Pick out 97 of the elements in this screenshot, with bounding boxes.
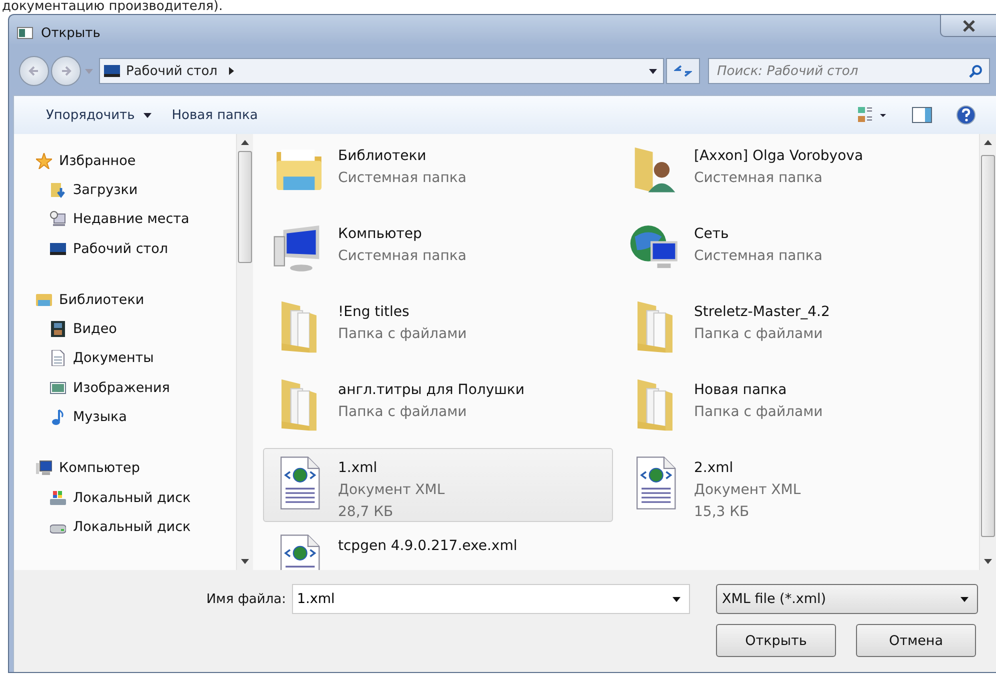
file-item[interactable]: Библиотеки Системная папка bbox=[263, 136, 613, 210]
file-name: !Eng titles bbox=[338, 303, 410, 322]
file-name: [Axxon] Olga Vorobyova bbox=[694, 147, 864, 166]
clock-monitor-icon bbox=[50, 211, 66, 228]
sidebar-item[interactable]: Загрузки bbox=[36, 175, 236, 205]
sidebar-item[interactable]: Компьютер bbox=[36, 454, 236, 483]
folder-arrow-icon bbox=[50, 182, 66, 198]
file-size: 28,7 КБ bbox=[338, 503, 394, 522]
sidebar-item[interactable]: Избранное bbox=[36, 146, 236, 176]
preview-pane-icon bbox=[912, 107, 932, 123]
file-type: Системная папка bbox=[338, 169, 466, 188]
close-button[interactable] bbox=[940, 15, 996, 37]
file-type: Системная папка bbox=[338, 247, 466, 266]
folder-icon bbox=[635, 299, 675, 355]
help-icon bbox=[956, 105, 976, 125]
file-type: Документ XML bbox=[694, 481, 801, 500]
background-text: документацию производителя). bbox=[1, 0, 224, 14]
file-item[interactable]: 1.xml Документ XML 28,7 КБ bbox=[263, 448, 613, 522]
file-name: tcpgen 4.9.0.217.exe.xml bbox=[338, 537, 518, 556]
file-item[interactable]: Сеть Системная папка bbox=[619, 214, 969, 288]
new-folder-button[interactable]: Новая папка bbox=[164, 101, 266, 129]
file-type: Папка с файлами bbox=[338, 325, 467, 344]
scrollbar[interactable] bbox=[979, 134, 996, 570]
file-size: 15,3 КБ bbox=[694, 503, 750, 522]
library-folder-icon bbox=[36, 292, 52, 308]
file-type-dropdown[interactable]: XML file (*.xml) bbox=[716, 584, 978, 614]
address-bar[interactable]: Рабочий стол bbox=[99, 58, 664, 84]
computer-icon bbox=[36, 460, 52, 476]
sidebar-item[interactable]: Видео bbox=[36, 314, 236, 344]
file-type: Папка с файлами bbox=[694, 403, 823, 422]
file-type: Папка с файлами bbox=[694, 325, 824, 344]
file-type: Документ XML bbox=[338, 481, 445, 500]
film-icon bbox=[50, 321, 66, 338]
sidebar-item[interactable]: Локальный диск bbox=[36, 482, 236, 512]
scroll-down-icon bbox=[984, 559, 992, 564]
star-icon bbox=[36, 152, 52, 169]
desktop-icon bbox=[50, 240, 66, 257]
forward-button[interactable] bbox=[51, 56, 81, 86]
folder-icon bbox=[279, 377, 319, 433]
file-type: Папка с файлами bbox=[338, 403, 468, 422]
filename-label: Имя файла: bbox=[206, 592, 286, 606]
file-item[interactable]: Streletz-Master_4.2 Папка с файлами bbox=[619, 292, 969, 366]
file-item[interactable]: англ.титры для Полушки Папка с файлами bbox=[263, 370, 613, 444]
sidebar-item[interactable]: Документы bbox=[36, 344, 236, 374]
organize-menu-button[interactable]: Упорядочить bbox=[38, 101, 160, 129]
scroll-up-icon bbox=[241, 140, 249, 145]
file-item[interactable]: Новая папка Папка с файлами bbox=[619, 370, 969, 444]
file-name: 1.xml bbox=[338, 459, 378, 478]
search-icon bbox=[969, 64, 983, 78]
file-name: 2.xml bbox=[694, 459, 734, 478]
search-field[interactable]: Поиск: Рабочий стол bbox=[708, 58, 990, 84]
file-item[interactable]: 2.xml Документ XML 15,3 КБ bbox=[619, 448, 969, 522]
file-name: Сеть bbox=[694, 225, 730, 244]
cancel-button[interactable]: Отмена bbox=[856, 624, 976, 657]
file-name: Библиотеки bbox=[338, 147, 428, 166]
scrollbar-thumb[interactable] bbox=[238, 151, 252, 263]
window-title: Открыть bbox=[41, 26, 100, 40]
sidebar-item[interactable]: Рабочий стол bbox=[36, 234, 236, 264]
breadcrumb-item[interactable]: Рабочий стол bbox=[126, 64, 218, 78]
close-icon bbox=[962, 20, 976, 32]
back-button[interactable] bbox=[19, 56, 49, 86]
breadcrumb-arrow-icon[interactable] bbox=[229, 67, 234, 75]
file-item[interactable]: !Eng titles Папка с файлами bbox=[263, 292, 613, 366]
music-note-icon bbox=[50, 409, 66, 426]
sidebar-item[interactable]: Изображения bbox=[36, 373, 236, 402]
dropdown-caret-icon bbox=[672, 597, 681, 602]
filename-field[interactable]: 1.xml bbox=[292, 584, 690, 614]
picture-icon bbox=[50, 380, 66, 396]
folder-icon bbox=[279, 299, 319, 355]
scroll-down-icon bbox=[241, 559, 249, 564]
open-button[interactable]: Открыть bbox=[716, 624, 836, 657]
scrollbar[interactable] bbox=[236, 134, 253, 570]
scrollbar-thumb[interactable] bbox=[981, 155, 995, 537]
file-name: Новая папка bbox=[694, 381, 788, 400]
caret-icon bbox=[142, 112, 152, 118]
file-name: англ.титры для Полушки bbox=[338, 381, 524, 400]
dropdown-caret-icon[interactable] bbox=[649, 68, 657, 74]
folder-icon bbox=[635, 377, 675, 433]
file-type: Системная папка bbox=[694, 169, 824, 188]
scroll-up-icon bbox=[984, 140, 992, 145]
dropdown-caret-icon bbox=[960, 596, 969, 602]
document-icon bbox=[50, 350, 66, 366]
file-name: Компьютер bbox=[338, 225, 423, 244]
window-icon bbox=[17, 25, 33, 41]
view-list-icon bbox=[858, 107, 888, 123]
refresh-button[interactable] bbox=[666, 58, 700, 84]
file-item[interactable]: Компьютер Системная папка bbox=[263, 214, 613, 288]
file-name: Streletz-Master_4.2 bbox=[694, 303, 830, 322]
sidebar-item[interactable]: Недавние места bbox=[36, 204, 236, 234]
refresh-arrows-icon bbox=[674, 64, 692, 78]
sidebar-item[interactable]: Локальный диск bbox=[36, 512, 236, 542]
drive-icon bbox=[50, 490, 66, 506]
sidebar-item[interactable]: Музыка bbox=[36, 402, 236, 432]
desktop-icon bbox=[104, 63, 120, 79]
sidebar-item[interactable]: Библиотеки bbox=[36, 285, 236, 314]
file-item[interactable]: [Axxon] Olga Vorobyova Системная папка bbox=[619, 136, 969, 210]
file-type: Системная папка bbox=[694, 247, 822, 266]
